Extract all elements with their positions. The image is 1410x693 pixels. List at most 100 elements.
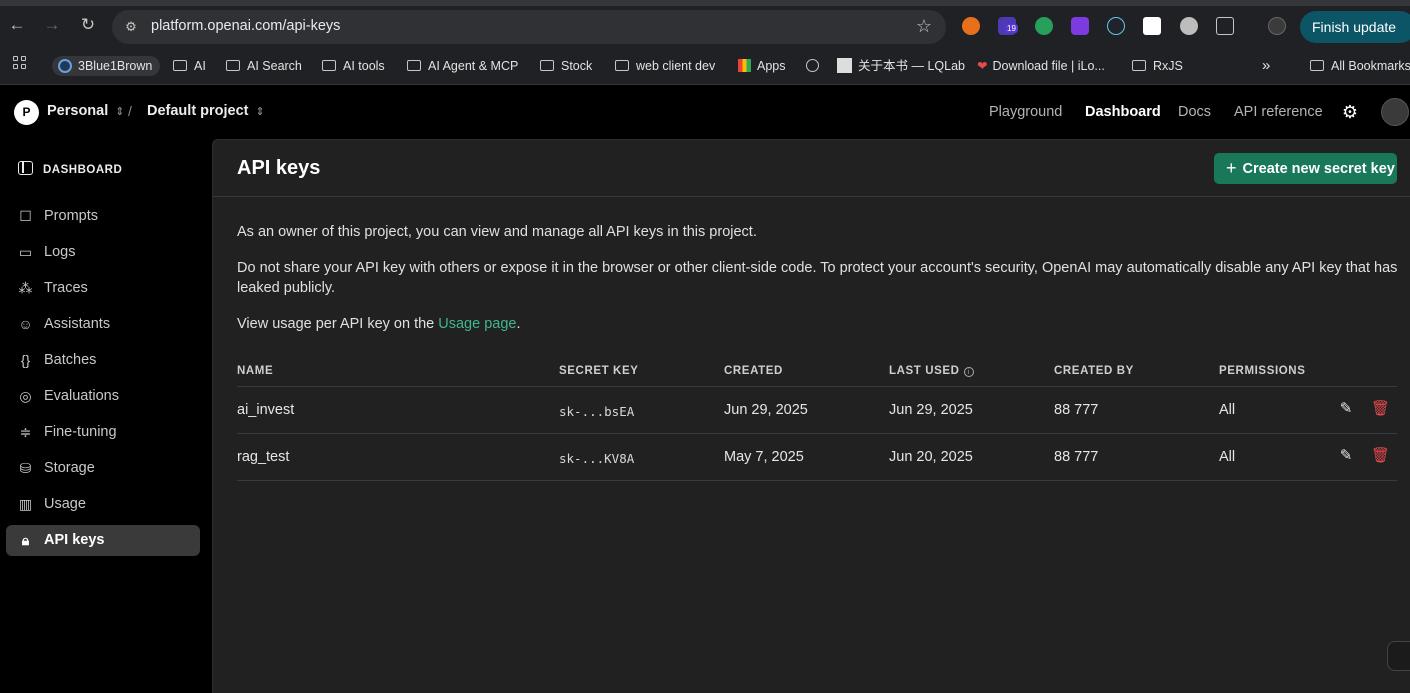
plus-icon: + [1226, 158, 1237, 178]
bookmark-item[interactable]: ❤ Download file | iLo... [977, 56, 1105, 76]
last-used-date: Jun 29, 2025 [889, 402, 973, 418]
nav-api-reference[interactable]: API reference [1234, 104, 1323, 120]
bookmark-folder[interactable]: AI Agent & MCP [407, 56, 518, 76]
heart-icon: ❤ [977, 59, 988, 73]
app-root: P Personal ⇕ / Default project ⇕ Playgroun… [0, 85, 1410, 693]
column-header-last-used: LAST USED i [889, 365, 974, 377]
bookmark-folder[interactable]: AI tools [322, 56, 385, 76]
info-icon[interactable]: i [963, 367, 974, 377]
nav-playground[interactable]: Playground [989, 104, 1062, 120]
chat-bubble-icon: ☐ [19, 208, 32, 224]
nav-docs[interactable]: Docs [1178, 104, 1211, 120]
sidebar-item-prompts[interactable]: ☐ Prompts [6, 201, 200, 232]
trash-icon[interactable]: 🗑︎ [1371, 400, 1390, 418]
bookmark-folder[interactable]: RxJS [1132, 56, 1183, 76]
created-by: 88 777 [1054, 449, 1099, 465]
breadcrumb-separator: / [128, 103, 132, 119]
finish-update-button[interactable]: Finish update [1300, 11, 1410, 43]
sidebar-item-fine-tuning[interactable]: ≑ Fine-tuning [6, 417, 200, 448]
key-name: rag_test [237, 449, 290, 465]
column-header-created: CREATED [724, 365, 783, 377]
address-bar[interactable]: ⚙ platform.openai.com/api-keys ☆ [112, 10, 946, 44]
bookmark-folder[interactable]: Stock [540, 56, 592, 76]
react-devtools-icon[interactable] [1107, 17, 1125, 35]
url-text[interactable]: platform.openai.com/api-keys [151, 18, 340, 34]
all-bookmarks-folder[interactable]: All Bookmarks [1310, 56, 1410, 76]
usage-page-link[interactable]: Usage page [438, 316, 516, 332]
column-header-permissions: PERMISSIONS [1219, 365, 1306, 377]
sidebar-item-storage[interactable]: ⛁ Storage [6, 453, 200, 484]
sidebar-header-label: DASHBOARD [43, 164, 123, 176]
channel-icon [58, 59, 72, 73]
edit-icon[interactable]: ✎ [1337, 400, 1355, 418]
bookmark-label: AI Search [247, 59, 302, 73]
extensions-puzzle-icon[interactable] [1216, 17, 1234, 35]
bookmark-label: web client dev [636, 59, 716, 73]
folder-icon [226, 60, 240, 71]
sidebar: DASHBOARD ☐ Prompts ▭ Logs ⁂ Traces ☺ Assist… [0, 139, 212, 693]
traces-icon: ⁂ [18, 280, 33, 296]
sidebar-item-logs[interactable]: ▭ Logs [6, 237, 200, 268]
org-avatar[interactable]: P [14, 100, 39, 125]
extension-icon[interactable] [1143, 17, 1161, 35]
org-switcher[interactable]: Personal ⇕ [47, 103, 124, 119]
compass-icon: ◎ [19, 388, 32, 404]
bookmark-item[interactable] [806, 56, 819, 76]
folder-icon [407, 60, 421, 71]
forward-icon[interactable]: → [41, 14, 63, 36]
folder-icon [615, 60, 629, 71]
created-by: 88 777 [1054, 402, 1099, 418]
project-switcher[interactable]: Default project ⇕ [147, 103, 265, 119]
sidebar-item-evaluations[interactable]: ◎ Evaluations [6, 381, 200, 412]
sidebar-item-label: Logs [44, 244, 76, 260]
bookmark-label: All Bookmarks [1331, 59, 1410, 73]
braces-icon: {} [20, 352, 31, 368]
site-favicon [837, 58, 852, 73]
tab-strip [0, 0, 1410, 6]
button-label: Create new secret key [1242, 161, 1395, 177]
sidebar-item-usage[interactable]: ▥ Usage [6, 489, 200, 520]
profile-avatar[interactable] [1268, 17, 1286, 35]
apps-grid-icon[interactable] [13, 56, 27, 70]
column-header-label: LAST USED [889, 365, 960, 377]
reload-icon[interactable]: ↻ [77, 14, 99, 36]
bookmark-label: Apps [757, 59, 786, 73]
site-info-icon[interactable]: ⚙ [122, 18, 140, 36]
extension-icon[interactable]: 19 [998, 17, 1018, 35]
bookmark-star-icon[interactable]: ☆ [916, 16, 932, 37]
extension-icon[interactable] [962, 17, 980, 35]
more-bookmarks-icon[interactable]: » [1262, 56, 1270, 76]
permissions: All [1219, 449, 1236, 465]
sidebar-item-assistants[interactable]: ☺ Assistants [6, 309, 200, 340]
bookmarks-bar: 3Blue1Brown AI AI Search AI tools AI Age… [0, 47, 1410, 85]
bookmark-item[interactable]: 关于本书 — LQLab [837, 56, 965, 76]
bookmark-item[interactable]: 3Blue1Brown [52, 56, 161, 76]
sidebar-item-batches[interactable]: {} Batches [6, 345, 200, 376]
extension-icon[interactable] [1071, 17, 1089, 35]
extension-badge: 19 [1005, 24, 1018, 33]
settings-gear-icon[interactable]: ⚙ [1340, 102, 1360, 122]
bookmark-folder[interactable]: AI [173, 56, 206, 76]
book-icon[interactable] [1387, 641, 1410, 671]
sidebar-item-label: Batches [44, 352, 97, 368]
sidebar-header[interactable]: DASHBOARD [18, 161, 122, 176]
user-avatar[interactable] [1381, 98, 1409, 126]
bookmark-folder[interactable]: web client dev [615, 56, 715, 76]
table-row: ai_invest sk-...bsEA Jun 29, 2025 Jun 29… [237, 387, 1397, 434]
back-icon[interactable]: ← [6, 14, 28, 36]
extension-icon[interactable] [1180, 17, 1198, 35]
trash-icon[interactable]: 🗑︎ [1371, 447, 1390, 465]
sidebar-item-api-keys[interactable]: 🔒︎ API keys [6, 525, 200, 556]
bookmark-item[interactable]: Apps [738, 56, 786, 76]
secret-key: sk-...KV8A [559, 451, 635, 466]
extension-icon[interactable] [1035, 17, 1053, 35]
folder-icon [1310, 60, 1324, 71]
main-panel: API keys + Create new secret key As an ow… [212, 139, 1410, 693]
bookmark-folder[interactable]: AI Search [226, 56, 302, 76]
bookmark-label: AI tools [343, 59, 385, 73]
create-secret-key-button[interactable]: + Create new secret key [1214, 153, 1397, 184]
edit-icon[interactable]: ✎ [1337, 447, 1355, 465]
bookmark-label: 3Blue1Brown [78, 59, 153, 73]
sidebar-item-traces[interactable]: ⁂ Traces [6, 273, 200, 304]
nav-dashboard[interactable]: Dashboard [1085, 104, 1161, 120]
